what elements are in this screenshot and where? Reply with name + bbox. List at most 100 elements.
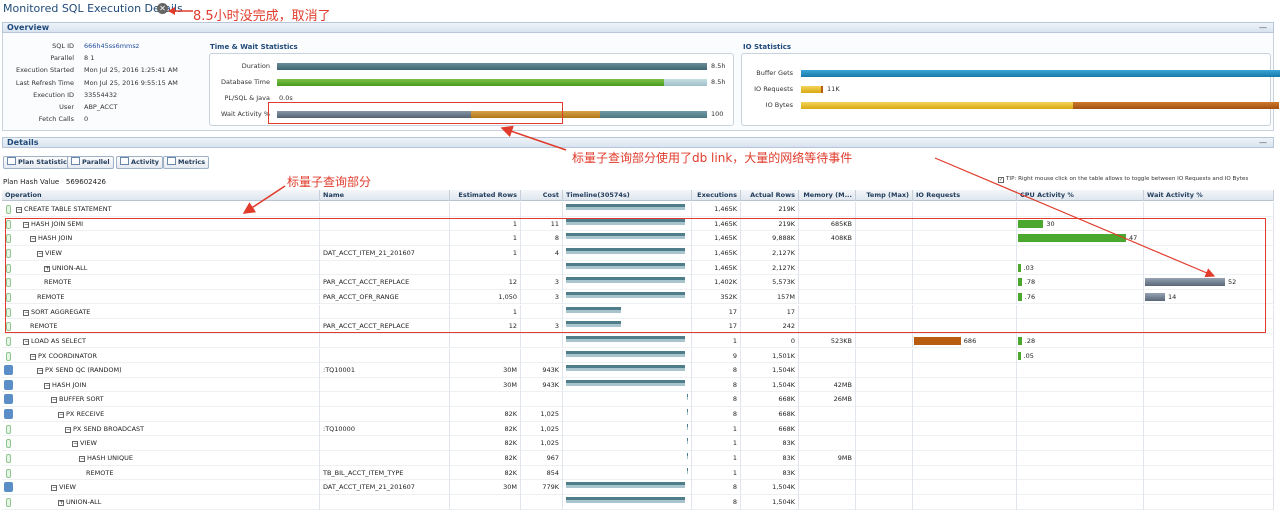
cpu-activity-value: .03 bbox=[1023, 263, 1034, 272]
collapse-icon[interactable]: − bbox=[37, 250, 43, 257]
io-stat-bar[interactable] bbox=[801, 86, 824, 93]
collapse-icon[interactable]: − bbox=[30, 236, 36, 243]
tab-plan-statistics[interactable]: Plan Statistics bbox=[3, 156, 75, 169]
collapse-icon[interactable]: − bbox=[58, 412, 64, 419]
plan-row[interactable]: − HASH JOIN 30M 943K 8 1,504K 42MB bbox=[2, 377, 1274, 393]
overview-field-value: 8 1 bbox=[84, 54, 95, 63]
collapse-icon[interactable]: − bbox=[30, 353, 36, 360]
collapse-icon[interactable]: − bbox=[51, 485, 57, 492]
query-coordinator-icon bbox=[6, 278, 11, 288]
col-estimated-rows[interactable]: Estimated Rows bbox=[450, 190, 521, 201]
expand-icon[interactable]: + bbox=[58, 500, 64, 506]
col-name[interactable]: Name bbox=[320, 190, 450, 201]
plan-row[interactable]: − PX SEND QC (RANDOM):TQ10001 30M 943K 8 1,50… bbox=[2, 363, 1274, 378]
overview-field-value: 0 bbox=[84, 115, 89, 124]
actual-rows-cell: 219K bbox=[741, 216, 799, 232]
time-wait-title: Time & Wait Statistics bbox=[210, 43, 298, 51]
actual-rows-cell: 668K bbox=[741, 407, 799, 422]
plan-row[interactable]: REMOTE TB_BIL_ACCT_ITEM_TYPE 82K 854 1 83K bbox=[2, 465, 1274, 481]
plan-row[interactable]: + UNION-ALL 1,465K 2,127K .03 bbox=[2, 260, 1274, 276]
plan-row[interactable]: − BUFFER SORT 8 668K 26MB bbox=[2, 392, 1274, 408]
plan-row[interactable]: REMOTE PAR_ACCT_OFR_RANGE 1,050 3 352K 157M .7… bbox=[2, 289, 1274, 305]
wait-fill-other bbox=[599, 111, 707, 118]
plan-row[interactable]: − PX COORDINATOR 9 1,501K .05 bbox=[2, 348, 1274, 364]
overview-field-value[interactable]: 666h45ss6mmsz bbox=[84, 42, 139, 50]
wait-activity-cell bbox=[1144, 333, 1274, 349]
collapse-icon[interactable]: − bbox=[79, 456, 85, 463]
temp-cell bbox=[856, 465, 913, 481]
plan-row[interactable]: REMOTE PAR_ACCT_ACCT_REPLACE 12 3 1,402K 5,57… bbox=[2, 275, 1274, 290]
operation-cell: − CREATE TABLE STATEMENT bbox=[14, 202, 320, 217]
col-cost[interactable]: Cost bbox=[521, 190, 563, 201]
cpu-activity-cell bbox=[1017, 392, 1144, 408]
collapse-icon[interactable]: − bbox=[23, 221, 29, 228]
timeline-cell bbox=[563, 260, 692, 276]
col-memory[interactable]: Memory (M... bbox=[799, 190, 856, 201]
col-cpu-activity[interactable]: CPU Activity % bbox=[1017, 190, 1144, 201]
temp-cell bbox=[856, 231, 913, 246]
col-io-requests[interactable]: IO Requests bbox=[913, 190, 1017, 201]
plan-row[interactable]: − HASH JOIN SEMI 1 11 1,465K 219K 685KB 30 bbox=[2, 216, 1274, 232]
operation-label: LOAD AS SELECT bbox=[31, 336, 87, 345]
plan-row[interactable]: − VIEW 82K 1,025 1 83K bbox=[2, 436, 1274, 451]
cpu-activity-cell: 30 bbox=[1017, 216, 1144, 232]
collapse-icon[interactable]: − bbox=[72, 441, 78, 448]
plan-row[interactable]: − PX RECEIVE 82K 1,025 8 668K bbox=[2, 407, 1274, 422]
time-wait-bar[interactable] bbox=[277, 63, 707, 70]
operation-cell: − HASH UNIQUE bbox=[14, 451, 320, 466]
col-timeline[interactable]: Timeline(30574s) bbox=[563, 190, 692, 201]
time-wait-bar[interactable] bbox=[277, 79, 707, 86]
query-coordinator-icon bbox=[6, 307, 11, 317]
wait-activity-bar bbox=[1145, 292, 1165, 301]
plan-row[interactable]: − CREATE TABLE STATEMENT 1,465K 219K bbox=[2, 202, 1274, 217]
timeline-cell bbox=[563, 216, 692, 232]
col-actual-rows[interactable]: Actual Rows bbox=[741, 190, 799, 201]
operation-label: HASH JOIN SEMI bbox=[31, 219, 84, 228]
plan-row[interactable]: − LOAD AS SELECT 1 0 523KB 686 .28 bbox=[2, 333, 1274, 349]
overview-header[interactable]: Overview — bbox=[2, 22, 1274, 33]
collapse-icon[interactable]: − bbox=[37, 368, 43, 375]
plan-row[interactable]: + UNION-ALL 8 1,504K bbox=[2, 495, 1274, 510]
plan-row[interactable]: − PX SEND BROADCAST:TQ10000 82K 1,025 1 668K bbox=[2, 421, 1274, 437]
collapse-icon[interactable]: − bbox=[16, 207, 22, 213]
timeline-bar-shadow bbox=[566, 207, 686, 210]
col-wait-activity[interactable]: Wait Activity % bbox=[1144, 190, 1274, 201]
io-requests-cell bbox=[913, 275, 1017, 290]
io-requests-cell bbox=[913, 348, 1017, 364]
details-header[interactable]: Details — bbox=[2, 137, 1274, 148]
plan-row[interactable]: − HASH UNIQUE 82K 967 1 83K 9MB bbox=[2, 451, 1274, 466]
collapse-icon[interactable]: − bbox=[23, 338, 29, 345]
io-stat-bar[interactable] bbox=[801, 70, 1280, 77]
plan-row[interactable]: − VIEW DAT_ACCT_ITEM_21_201607 30M 779K 8 1,50… bbox=[2, 480, 1274, 495]
collapse-icon[interactable]: − bbox=[65, 426, 71, 433]
io-stat-bar[interactable] bbox=[801, 102, 1279, 109]
operation-label: VIEW bbox=[59, 483, 76, 492]
temp-cell bbox=[856, 392, 913, 408]
col-operation[interactable]: Operation bbox=[2, 190, 320, 201]
operation-label: SORT AGGREGATE bbox=[31, 307, 91, 316]
expand-icon[interactable]: + bbox=[44, 265, 50, 272]
tab-parallel[interactable]: Parallel bbox=[67, 156, 114, 169]
estimated-rows-cell: 82K bbox=[450, 451, 521, 466]
collapse-icon[interactable]: − bbox=[44, 382, 50, 389]
col-executions[interactable]: Executions bbox=[692, 190, 741, 201]
operation-label: VIEW bbox=[80, 439, 97, 448]
temp-cell bbox=[856, 421, 913, 437]
tab-metrics[interactable]: Metrics bbox=[163, 156, 210, 169]
collapse-icon[interactable]: − bbox=[23, 309, 29, 316]
col-temp[interactable]: Temp (Max) bbox=[856, 190, 913, 201]
plan-row[interactable]: − VIEW DAT_ACCT_ITEM_21_201607 1 4 1,465K 2,12… bbox=[2, 245, 1274, 261]
plan-row[interactable]: REMOTE PAR_ACCT_ACCT_REPLACE 12 3 17 242 bbox=[2, 319, 1274, 334]
plan-row[interactable]: − SORT AGGREGATE 1 17 17 bbox=[2, 304, 1274, 320]
close-icon[interactable]: ✕ bbox=[157, 3, 168, 14]
plan-row[interactable]: − HASH JOIN 1 8 1,465K 9,888K 408KB 47 bbox=[2, 231, 1274, 246]
actual-rows-cell: 2,127K bbox=[741, 245, 799, 261]
tab-activity[interactable]: Activity bbox=[116, 156, 164, 169]
wait-activity-cell bbox=[1144, 348, 1274, 364]
time-wait-value: 100 bbox=[711, 110, 724, 118]
estimated-rows-cell: 30M bbox=[450, 377, 521, 393]
operation-cell: − LOAD AS SELECT bbox=[14, 333, 320, 349]
timeline-bar-shadow bbox=[686, 470, 688, 474]
collapse-icon[interactable]: − bbox=[51, 397, 57, 404]
operation-cell: − VIEW bbox=[14, 480, 320, 495]
